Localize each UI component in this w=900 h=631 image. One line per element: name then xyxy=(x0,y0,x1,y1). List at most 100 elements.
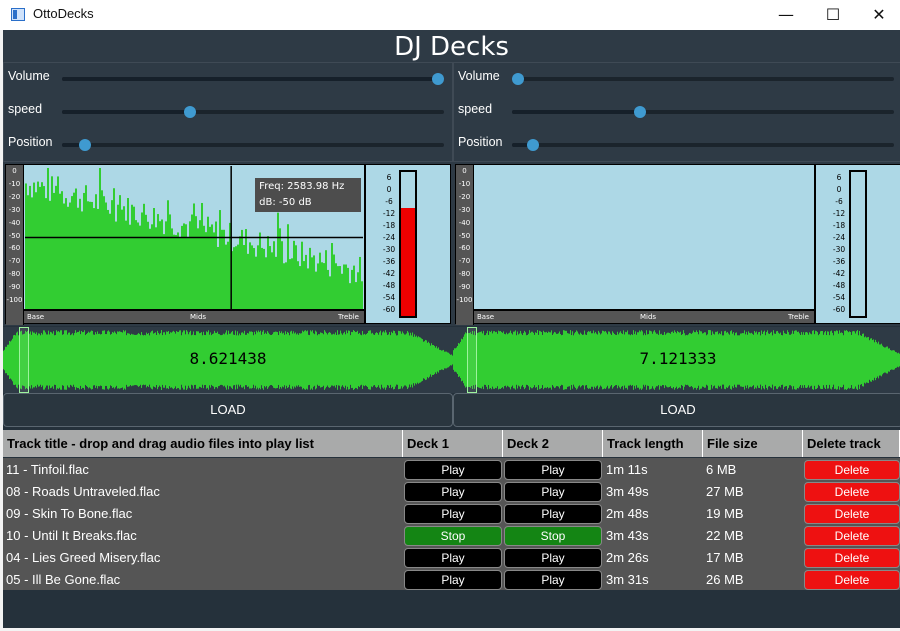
deck-left-speed-slider[interactable] xyxy=(62,106,444,118)
spectrum-bar xyxy=(133,206,135,309)
delete-track-button[interactable]: Delete xyxy=(804,526,900,546)
spectrum-bar xyxy=(117,204,119,309)
spectrum-bar xyxy=(289,259,291,309)
deck1-play-button[interactable]: Play xyxy=(404,482,502,502)
app-icon xyxy=(11,8,25,21)
deck-left-load-button[interactable]: LOAD xyxy=(3,393,453,427)
frequency-label: Treble xyxy=(338,313,359,321)
deck2-play-button[interactable]: Play xyxy=(504,482,602,502)
db-tick-label: -50 xyxy=(458,231,471,240)
deck-right-level-meter: 6 0 -6 -12 -18 -24 -30 -36 -42 -48 -54 -60 xyxy=(815,164,900,324)
spectrum-bar xyxy=(291,258,293,309)
deck-right-speed-slider[interactable] xyxy=(512,106,894,118)
track-length: 3m 49s xyxy=(606,484,649,499)
minimize-button[interactable]: — xyxy=(763,0,809,30)
deck1-play-button[interactable]: Play xyxy=(404,460,502,480)
table-row: 11 - Tinfoil.flac Play Play 1m 11s 6 MB Delet… xyxy=(3,459,900,481)
close-button[interactable]: ✕ xyxy=(856,0,900,30)
slider-fill xyxy=(62,110,189,114)
delete-track-button[interactable]: Delete xyxy=(804,482,900,502)
spectrum-bar xyxy=(125,220,127,309)
column-header[interactable]: Deck 1 xyxy=(403,430,503,457)
spectrum-bar xyxy=(39,186,41,309)
deck1-play-button[interactable]: Play xyxy=(404,570,502,590)
frequency-tooltip: Freq: 2583.98 Hz dB: -50 dB xyxy=(255,178,362,212)
deck2-play-button[interactable]: Stop xyxy=(504,526,602,546)
meter-tick-label: -54 xyxy=(382,293,396,302)
track-title: 08 - Roads Untraveled.flac xyxy=(6,484,160,499)
slider-fill xyxy=(62,143,80,147)
spectrum-bar xyxy=(95,194,97,309)
spectrum-bar xyxy=(217,246,219,309)
slider-thumb[interactable] xyxy=(634,106,647,118)
slider-thumb[interactable] xyxy=(512,73,524,85)
spectrum-bar xyxy=(167,200,169,309)
spectrum-bar xyxy=(243,245,245,309)
slider-thumb[interactable] xyxy=(184,106,197,118)
track-title: 10 - Until It Breaks.flac xyxy=(6,528,137,543)
spectrum-bar xyxy=(41,182,43,309)
spectrum-bar xyxy=(311,257,313,309)
deck1-play-button[interactable]: Play xyxy=(404,504,502,524)
deck-right-spectrum-analyzer[interactable]: 0 -10 -20 -30 -40 -50 -60 -70 -80 -90 -100 Base Mids… xyxy=(455,164,815,325)
deck2-play-button[interactable]: Play xyxy=(504,460,602,480)
delete-track-button[interactable]: Delete xyxy=(804,548,900,568)
spectrum-bar xyxy=(223,229,225,309)
title-bar[interactable]: OttoDecks — ☐ ✕ xyxy=(0,0,900,30)
deck-left-volume-slider[interactable] xyxy=(62,73,444,85)
spectrum-bar xyxy=(333,254,335,309)
deck1-play-button[interactable]: Stop xyxy=(404,526,502,546)
column-header[interactable]: Track title - drop and drag audio files … xyxy=(3,430,403,457)
meter-bar xyxy=(399,170,417,318)
deck-right-position-slider[interactable] xyxy=(512,139,894,151)
spectrum-bar xyxy=(313,255,315,309)
spectrum-bar xyxy=(279,228,281,309)
maximize-button[interactable]: ☐ xyxy=(810,0,856,30)
deck-left-visualizer: 0 -10 -20 -30 -40 -50 -60 -70 -80 -90 -100 Base Mids… xyxy=(3,162,453,326)
playlist: Track title - drop and drag audio files … xyxy=(3,430,900,590)
spectrum-bar xyxy=(161,219,163,309)
spectrum-bar xyxy=(155,227,157,309)
db-tick-label: -20 xyxy=(458,192,471,201)
spectrum-bar xyxy=(297,261,299,309)
deck1-play-button[interactable]: Play xyxy=(404,548,502,568)
spectrum-bar xyxy=(263,248,265,309)
deck-left-waveform[interactable]: 8.621438 xyxy=(3,327,453,393)
delete-track-button[interactable]: Delete xyxy=(804,570,900,590)
spectrum-bar xyxy=(123,206,125,309)
deck-right-waveform[interactable]: 7.121333 xyxy=(453,327,900,393)
db-tick-label: -100 xyxy=(6,296,23,304)
deck2-play-button[interactable]: Play xyxy=(504,548,602,568)
slider-thumb[interactable] xyxy=(432,73,444,85)
column-header[interactable]: File size xyxy=(703,430,803,457)
meter-tick-label: -54 xyxy=(832,293,846,302)
slider-thumb[interactable] xyxy=(526,139,539,151)
spectrum-bar xyxy=(29,185,31,309)
file-size: 27 MB xyxy=(706,484,744,499)
spectrum-bar xyxy=(349,283,351,309)
track-length: 2m 26s xyxy=(606,550,649,565)
spectrum-bar xyxy=(73,192,75,309)
deck-right: Volume speed Position 0 -10 -20 -30 -40 -50 -60 -7… xyxy=(453,62,900,430)
spectrum-bar xyxy=(143,203,145,309)
column-header[interactable]: Deck 2 xyxy=(503,430,603,457)
deck-right-load-button[interactable]: LOAD xyxy=(453,393,900,427)
spectrum-bar xyxy=(147,221,149,309)
delete-track-button[interactable]: Delete xyxy=(804,460,900,480)
spectrum-bar xyxy=(89,201,91,309)
deck2-play-button[interactable]: Play xyxy=(504,570,602,590)
spectrum-bar xyxy=(205,232,207,309)
spectrum-bar xyxy=(111,200,113,309)
delete-track-button[interactable]: Delete xyxy=(804,504,900,524)
spectrum-bar xyxy=(35,192,37,309)
deck-left-position-slider[interactable] xyxy=(62,139,444,151)
spectrum-bar xyxy=(265,257,267,309)
slider-thumb[interactable] xyxy=(78,139,91,151)
column-header[interactable]: Track length xyxy=(603,430,703,457)
spectrum-bar xyxy=(227,241,229,309)
column-header[interactable]: Delete track xyxy=(803,430,900,457)
deck-left-spectrum-analyzer[interactable]: 0 -10 -20 -30 -40 -50 -60 -70 -80 -90 -100 Base Mids… xyxy=(5,164,365,325)
spectrum-bar xyxy=(271,252,273,309)
deck-right-volume-slider[interactable] xyxy=(512,73,894,85)
deck2-play-button[interactable]: Play xyxy=(504,504,602,524)
